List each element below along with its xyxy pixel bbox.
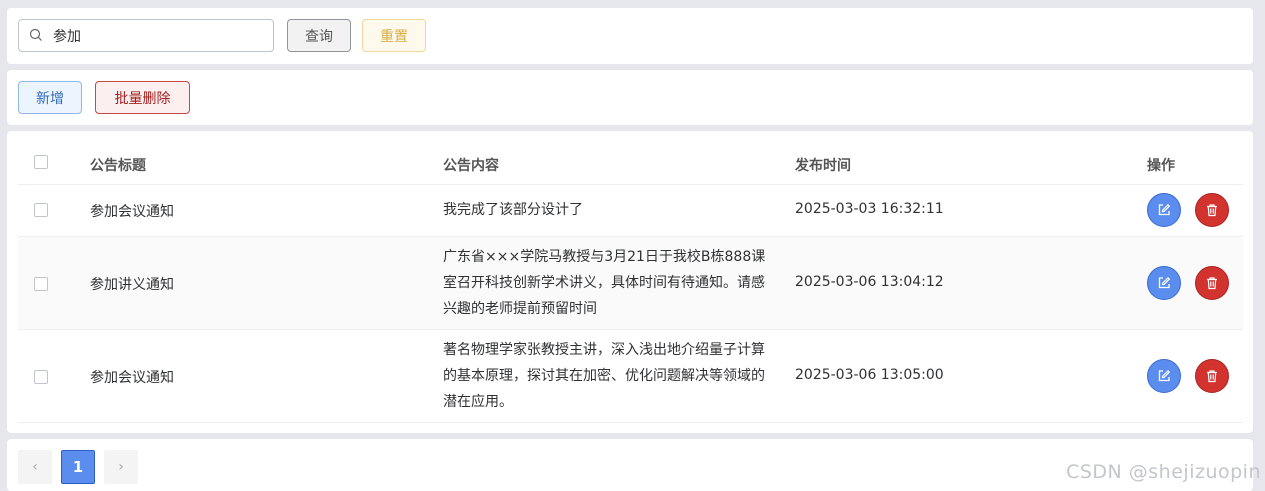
edit-icon	[1158, 369, 1171, 382]
add-button[interactable]: 新增	[18, 81, 82, 114]
row-time: 2025-03-06 13:05:00	[795, 367, 944, 383]
delete-button[interactable]	[1195, 266, 1229, 300]
header-ops: 操作	[1147, 158, 1175, 174]
table-row: 参加会议通知 著名物理学家张教授主讲，深入浅出地介绍量子计算的基本原理，探讨其在…	[18, 330, 1243, 422]
delete-button[interactable]	[1195, 359, 1229, 393]
query-button[interactable]: 查询	[287, 19, 351, 52]
row-title: 参加讲义通知	[90, 277, 174, 293]
prev-page-button[interactable]: ‹	[18, 450, 52, 484]
notice-table: 公告标题 公告内容 发布时间 操作 参加会议通知 我完成了该部分设计了 2025…	[7, 131, 1253, 433]
search-input-wrapper[interactable]	[18, 19, 274, 52]
search-bar: 查询 重置	[7, 8, 1253, 64]
row-time: 2025-03-06 13:04:12	[795, 274, 944, 290]
select-all-checkbox[interactable]	[34, 155, 48, 169]
row-time: 2025-03-03 16:32:11	[795, 201, 944, 217]
table-row: 参加讲义通知 广东省×××学院马教授与3月21日于我校B栋888课室召开科技创新…	[18, 237, 1243, 329]
batch-delete-button[interactable]: 批量删除	[95, 81, 190, 114]
page-number-button[interactable]: 1	[61, 450, 95, 484]
trash-icon	[1207, 277, 1217, 290]
header-time: 发布时间	[795, 158, 851, 174]
watermark: CSDN @shejizuopin	[1066, 461, 1261, 483]
delete-button[interactable]	[1195, 193, 1229, 227]
row-content: 著名物理学家张教授主讲，深入浅出地介绍量子计算的基本原理，探讨其在加密、优化问题…	[443, 342, 765, 410]
row-checkbox[interactable]	[34, 370, 48, 384]
edit-icon	[1158, 203, 1171, 216]
row-content: 广东省×××学院马教授与3月21日于我校B栋888课室召开科技创新学术讲义，具体…	[443, 249, 766, 317]
edit-button[interactable]	[1147, 193, 1181, 227]
row-content: 我完成了该部分设计了	[443, 202, 583, 218]
search-icon	[29, 28, 42, 41]
edit-icon	[1158, 276, 1171, 289]
table-row: 参加会议通知 我完成了该部分设计了 2025-03-03 16:32:11	[18, 185, 1243, 236]
row-checkbox[interactable]	[34, 203, 48, 217]
trash-icon	[1207, 370, 1217, 383]
row-checkbox[interactable]	[34, 277, 48, 291]
edit-button[interactable]	[1147, 359, 1181, 393]
row-title: 参加会议通知	[90, 370, 174, 386]
next-page-button[interactable]: ›	[104, 450, 138, 484]
divider	[18, 422, 1243, 423]
trash-icon	[1207, 204, 1217, 217]
reset-button[interactable]: 重置	[362, 19, 426, 52]
header-title: 公告标题	[90, 158, 146, 174]
header-content: 公告内容	[443, 158, 499, 174]
action-bar: 新增 批量删除	[7, 70, 1253, 125]
search-input[interactable]	[53, 20, 263, 51]
edit-button[interactable]	[1147, 266, 1181, 300]
row-title: 参加会议通知	[90, 204, 174, 220]
